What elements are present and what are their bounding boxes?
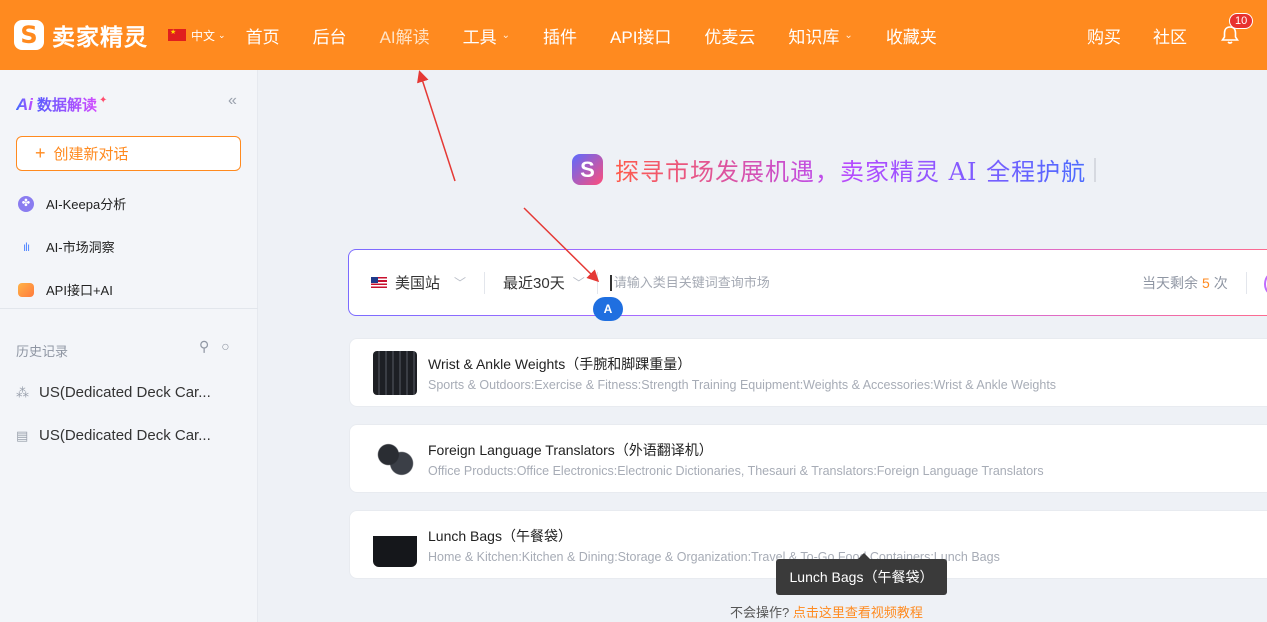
history-label: 历史记录 <box>16 344 69 359</box>
product-thumbnail <box>373 522 417 567</box>
sidebar-item-keepa[interactable]: ✤ AI-Keepa分析 <box>18 194 126 213</box>
us-flag-icon <box>371 277 387 288</box>
nav-tools[interactable]: 工具 ⌄ <box>463 23 510 48</box>
card-title: Wrist & Ankle Weights（手腕和脚踝重量） <box>428 355 692 372</box>
sidebar-item-label: AI-市场洞察 <box>46 240 115 255</box>
category-suggestion-card[interactable]: Foreign Language Translators（外语翻译机） Offi… <box>349 424 1267 493</box>
ai-logo-icon: Ai <box>16 94 33 114</box>
chevron-down-icon: ⌄ <box>501 29 511 41</box>
sidebar-item-label: AI-Keepa分析 <box>46 197 127 212</box>
history-item[interactable]: ▤ US(Dedicated Deck Car... <box>16 427 211 444</box>
annotation-arrow <box>417 70 456 182</box>
nav-api[interactable]: API接口 <box>610 23 671 48</box>
api-icon <box>18 282 34 298</box>
product-thumbnail <box>373 350 417 395</box>
site-label: 美国站 <box>395 275 441 292</box>
nav-knowledge[interactable]: 知识库 ⌄ <box>788 23 852 48</box>
nav-ai-insight[interactable]: AI解读 <box>380 23 430 48</box>
chevron-down-icon: ﹀ <box>572 276 585 290</box>
market-chart-icon: ılı <box>22 239 30 254</box>
quota-text: 当天剩余 5 次 <box>1142 273 1228 293</box>
history-item-label: US(Dedicated Deck Car... <box>39 384 211 401</box>
history-tools: ⚲ ○ <box>199 338 230 355</box>
date-range-selector[interactable]: 最近30天 ﹀ <box>503 272 585 293</box>
product-thumbnail <box>373 436 417 481</box>
divider <box>1246 271 1247 294</box>
quota-prefix: 当天剩余 <box>1142 274 1198 291</box>
date-range-label: 最近30天 <box>503 275 565 292</box>
collapse-sidebar-icon[interactable]: « <box>228 92 237 110</box>
card-text: Lunch Bags（午餐袋） Home & Kitchen:Kitchen &… <box>428 526 1000 564</box>
market-search-bar: 美国站 ﹀ 最近30天 ﹀ 当天剩余5次 <box>348 249 1267 316</box>
language-label: 中文 <box>191 28 216 43</box>
nav-tools-label: 工具 <box>462 27 497 47</box>
history-item-label: US(Dedicated Deck Car... <box>39 427 211 444</box>
search-input[interactable] <box>609 274 1110 291</box>
divider <box>596 271 598 294</box>
site-selector[interactable]: 美国站 ﹀ <box>371 272 466 293</box>
divider <box>484 271 486 294</box>
nav-community[interactable]: 社区 <box>1153 23 1187 48</box>
nav-dashboard[interactable]: 后台 <box>313 23 347 48</box>
plus-icon: + <box>35 143 46 163</box>
nav-knowledge-label: 知识库 <box>788 27 840 47</box>
category-suggestion-card[interactable]: Wrist & Ankle Weights（手腕和脚踝重量） Sports & … <box>349 338 1267 407</box>
chevron-down-icon: ﹀ <box>454 276 467 290</box>
typing-cursor <box>1094 157 1097 182</box>
loading-icon: ⁂ <box>16 384 29 400</box>
help-text: 不会操作? 点击这里查看视频教程 <box>730 602 923 621</box>
document-icon: ▤ <box>16 427 29 443</box>
hero-title: 探寻市场发展机遇，卖家精灵 AI 全程护航 <box>615 152 1086 187</box>
quota-suffix: 次 <box>1213 274 1228 291</box>
sidebar-title: 数据解读 <box>37 94 97 115</box>
sidebar-item-label: API接口+AI <box>46 283 113 298</box>
pointer-cursor-label: A <box>593 297 623 321</box>
card-text: Foreign Language Translators（外语翻译机） Offi… <box>428 440 1044 478</box>
china-flag-icon <box>168 29 186 41</box>
nav-youmaiyun[interactable]: 优麦云 <box>704 23 755 48</box>
chevron-down-icon: ⌄ <box>844 29 853 41</box>
history-item[interactable]: ⁂ US(Dedicated Deck Car... <box>16 384 211 401</box>
brand-name: 卖家精灵 <box>52 24 148 50</box>
new-chat-button[interactable]: + 创建新对话 <box>16 136 241 171</box>
nav-buy[interactable]: 购买 <box>1087 23 1121 48</box>
chevron-down-icon: ⌄ <box>218 29 226 40</box>
sidebar-item-market[interactable]: ılı AI-市场洞察 <box>18 237 115 256</box>
card-category-path: Office Products:Office Electronics:Elect… <box>428 463 1044 478</box>
search-icon[interactable]: ○ <box>221 338 229 355</box>
sidebar: Ai 数据解读 ✦ « + 创建新对话 ✤ AI-Keepa分析 ılı AI-… <box>0 70 258 622</box>
divider <box>0 308 258 309</box>
hero-banner: S 探寻市场发展机遇，卖家精灵 AI 全程护航 <box>572 152 1097 187</box>
top-navbar: S 卖家精灵 中文 ⌄ 首页 后台 AI解读 工具 ⌄ 插件 API接口 优麦云 … <box>0 0 1267 70</box>
notification-count-badge: 10 <box>1229 13 1254 29</box>
video-tutorial-link[interactable]: 点击这里查看视频教程 <box>793 605 923 620</box>
help-prefix: 不会操作? <box>730 605 790 620</box>
card-text: Wrist & Ankle Weights（手腕和脚踝重量） Sports & … <box>428 354 1056 392</box>
notification-bell-icon[interactable]: 10 <box>1219 13 1254 46</box>
logo-icon: S <box>14 20 44 50</box>
nav-right: 购买 社区 10 <box>1087 0 1267 70</box>
language-selector[interactable]: 中文 ⌄ <box>168 27 226 44</box>
filter-clear-icon[interactable]: ⚲ <box>199 338 209 355</box>
ai-logo-icon: S <box>572 154 603 185</box>
card-title: Lunch Bags（午餐袋） <box>428 527 572 544</box>
brand-logo[interactable]: S 卖家精灵 <box>14 18 148 52</box>
sparkle-icon: ✦ <box>99 95 108 106</box>
nav-favorites[interactable]: 收藏夹 <box>886 23 937 48</box>
sidebar-item-api[interactable]: API接口+AI <box>18 280 113 299</box>
tooltip: Lunch Bags（午餐袋） <box>776 553 947 595</box>
quota-count: 5 <box>1202 274 1210 291</box>
nav-plugins[interactable]: 插件 <box>543 23 577 48</box>
new-chat-label: 创建新对话 <box>53 146 129 163</box>
keepa-icon: ✤ <box>18 195 34 212</box>
sidebar-header: Ai 数据解读 ✦ <box>16 94 107 115</box>
main-nav: 首页 后台 AI解读 工具 ⌄ 插件 API接口 优麦云 知识库 ⌄ 收藏夹 <box>246 23 970 48</box>
card-category-path: Sports & Outdoors:Exercise & Fitness:Str… <box>428 377 1057 392</box>
nav-home[interactable]: 首页 <box>246 23 280 48</box>
card-title: Foreign Language Translators（外语翻译机） <box>428 441 713 458</box>
